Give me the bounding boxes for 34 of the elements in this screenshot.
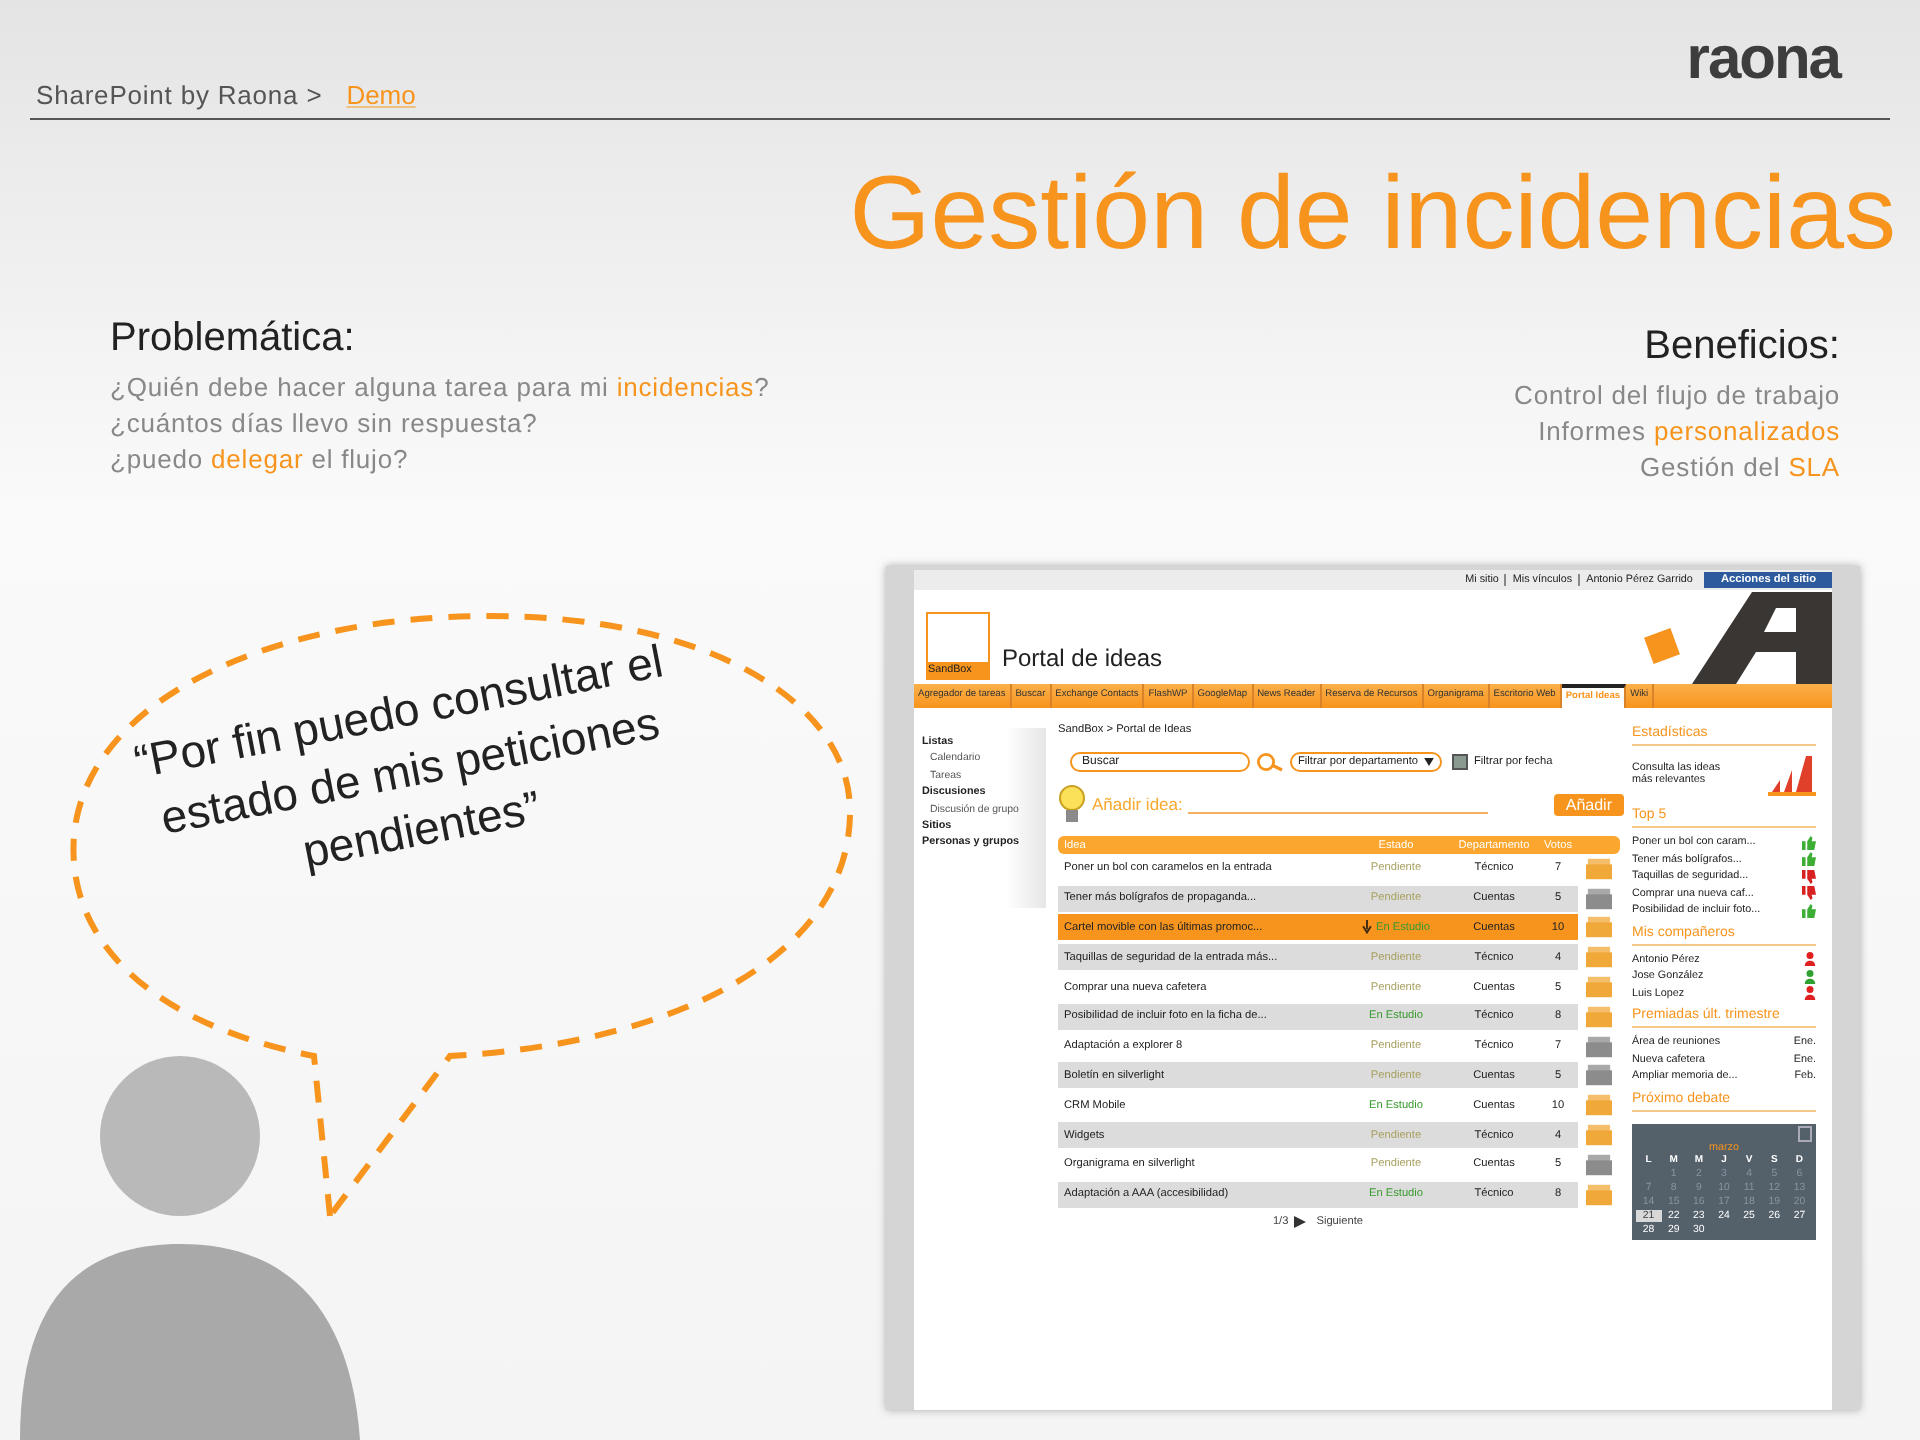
lightbulb-icon [1058,784,1086,824]
package-icon[interactable] [1586,976,1612,999]
bar-chart-icon [1768,752,1816,796]
benefit-line: Informes personalizados [1536,414,1840,450]
add-idea-label: Añadir idea: [1092,794,1183,814]
package-icon[interactable] [1586,1153,1612,1176]
question-line: ¿puedo delegar el flujo? [110,442,411,478]
package-icon[interactable] [1586,887,1612,910]
search-icon[interactable] [1256,752,1284,772]
site-title: Portal de ideas [1002,644,1163,672]
benefit-line: Gestión del SLA [1638,450,1840,486]
benefits-heading: Beneficios: [1642,324,1840,370]
package-icon[interactable] [1586,1124,1612,1147]
question-line: ¿Quién debe hacer alguna tarea para mi incidencias? [110,370,770,406]
checkbox[interactable] [1452,754,1469,770]
package-icon[interactable] [1586,916,1612,939]
problems-heading: Problemática: [110,316,357,362]
benefit-line: Control del flujo de trabajo [1514,378,1840,414]
package-icon[interactable] [1586,1183,1612,1206]
caret-icon [1424,758,1435,766]
question-line: ¿cuántos días llevo sin respuesta? [110,406,540,442]
package-icon[interactable] [1586,1005,1612,1028]
thumbs-up-icon [1802,903,1816,918]
play-icon[interactable] [1294,1215,1307,1228]
breadcrumb: SharePoint by Raona > [36,80,323,110]
package-icon[interactable] [1586,857,1612,880]
package-icon[interactable] [1586,1094,1612,1117]
brand-logo: raona [1686,26,1840,94]
package-icon[interactable] [1586,1035,1612,1058]
slide-title: Gestión de incidencias [847,154,1896,276]
calendar-close-button[interactable] [1798,1125,1812,1141]
package-icon[interactable] [1586,1064,1612,1087]
package-icon[interactable] [1586,946,1612,969]
down-arrow-icon [1361,920,1372,935]
